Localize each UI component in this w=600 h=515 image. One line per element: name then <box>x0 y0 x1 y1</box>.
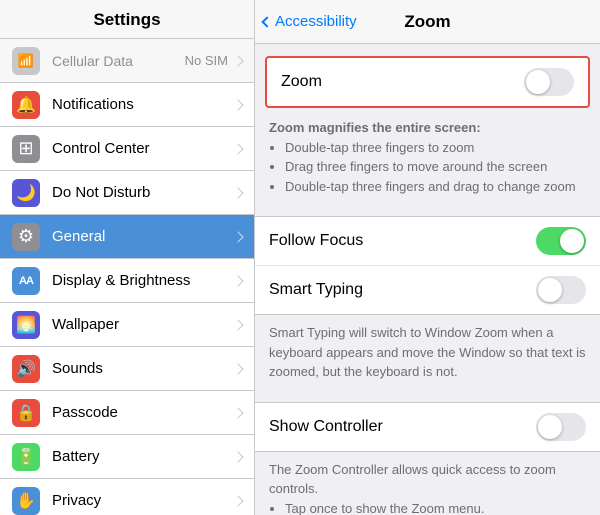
toggle-knob <box>560 229 584 253</box>
sidebar-label-control-center: Control Center <box>52 140 234 157</box>
toggle-knob <box>538 415 562 439</box>
nav-back-button[interactable]: Accessibility <box>263 13 357 30</box>
smart-typing-toggle[interactable] <box>536 276 586 304</box>
chevron-icon <box>232 55 243 66</box>
show-controller-label: Show Controller <box>269 418 536 436</box>
show-controller-description: The Zoom Controller allows quick access … <box>255 452 600 515</box>
sidebar-item-sounds[interactable]: 🔊 Sounds <box>0 347 254 391</box>
back-chevron-icon <box>261 16 272 27</box>
cellular-icon: 📶 <box>12 47 40 75</box>
chevron-icon <box>232 407 243 418</box>
sidebar-item-cellular[interactable]: 📶 Cellular Data No SIM <box>0 39 254 83</box>
show-controller-desc-prefix: The Zoom Controller allows quick access … <box>269 462 556 497</box>
passcode-icon: 🔒 <box>12 399 40 427</box>
sidebar-label-cellular: Cellular Data <box>52 53 185 69</box>
sidebar-item-display-brightness[interactable]: AA Display & Brightness <box>0 259 254 303</box>
chevron-icon <box>232 495 243 506</box>
zoom-desc-title: Zoom magnifies the entire screen: <box>269 120 481 135</box>
show-controller-toggle[interactable] <box>536 413 586 441</box>
sidebar-label-privacy: Privacy <box>52 492 234 509</box>
wallpaper-icon: 🌅 <box>12 311 40 339</box>
zoom-desc-point-1: Double-tap three fingers to zoom <box>285 138 586 158</box>
privacy-icon: ✋ <box>12 487 40 515</box>
sidebar-item-privacy[interactable]: ✋ Privacy <box>0 479 254 515</box>
sidebar-title: Settings <box>0 0 254 39</box>
sidebar-label-sounds: Sounds <box>52 360 234 377</box>
main-panel: Accessibility Zoom Zoom Zoom magnifies t… <box>255 0 600 515</box>
show-controller-desc-point-1: Tap once to show the Zoom menu. <box>285 499 586 515</box>
smart-typing-row[interactable]: Smart Typing <box>255 266 600 314</box>
sidebar-label-do-not-disturb: Do Not Disturb <box>52 184 234 201</box>
smart-typing-description: Smart Typing will switch to Window Zoom … <box>255 315 600 392</box>
section-show-controller: Show Controller <box>255 402 600 452</box>
smart-typing-desc-text: Smart Typing will switch to Window Zoom … <box>269 325 586 379</box>
sidebar-item-do-not-disturb[interactable]: 🌙 Do Not Disturb <box>0 171 254 215</box>
sidebar: Settings 📶 Cellular Data No SIM 🔔 Notifi… <box>0 0 255 515</box>
notifications-icon: 🔔 <box>12 91 40 119</box>
sidebar-item-wallpaper[interactable]: 🌅 Wallpaper <box>0 303 254 347</box>
toggle-knob <box>538 278 562 302</box>
follow-focus-toggle[interactable] <box>536 227 586 255</box>
sidebar-label-notifications: Notifications <box>52 96 234 113</box>
chevron-icon <box>232 187 243 198</box>
zoom-toggle-row[interactable]: Zoom <box>265 56 590 108</box>
zoom-desc-point-2: Drag three fingers to move around the sc… <box>285 157 586 177</box>
sounds-icon: 🔊 <box>12 355 40 383</box>
toggle-knob <box>526 70 550 94</box>
chevron-icon <box>232 143 243 154</box>
control-center-icon: ⊞ <box>12 135 40 163</box>
show-controller-row[interactable]: Show Controller <box>255 403 600 451</box>
section-follow-focus: Follow Focus Smart Typing <box>255 216 600 315</box>
sidebar-item-battery[interactable]: 🔋 Battery <box>0 435 254 479</box>
battery-icon: 🔋 <box>12 443 40 471</box>
zoom-desc-point-3: Double-tap three fingers and drag to cha… <box>285 177 586 197</box>
sidebar-item-general[interactable]: ⚙ General <box>0 215 254 259</box>
nav-bar: Accessibility Zoom <box>255 0 600 44</box>
sidebar-item-passcode[interactable]: 🔒 Passcode <box>0 391 254 435</box>
chevron-icon <box>232 363 243 374</box>
chevron-icon <box>232 231 243 242</box>
display-brightness-icon: AA <box>12 267 40 295</box>
content-area: Zoom Zoom magnifies the entire screen: D… <box>255 44 600 515</box>
chevron-icon <box>232 451 243 462</box>
chevron-icon <box>232 319 243 330</box>
do-not-disturb-icon: 🌙 <box>12 179 40 207</box>
sidebar-label-battery: Battery <box>52 448 234 465</box>
nav-title: Zoom <box>404 12 450 32</box>
sidebar-item-control-center[interactable]: ⊞ Control Center <box>0 127 254 171</box>
zoom-toggle[interactable] <box>524 68 574 96</box>
sidebar-label-display-brightness: Display & Brightness <box>52 272 234 289</box>
general-icon: ⚙ <box>12 223 40 251</box>
zoom-toggle-label: Zoom <box>281 73 524 91</box>
chevron-icon <box>232 275 243 286</box>
follow-focus-label: Follow Focus <box>269 232 536 250</box>
nav-back-label: Accessibility <box>275 13 357 30</box>
sidebar-label-passcode: Passcode <box>52 404 234 421</box>
zoom-description: Zoom magnifies the entire screen: Double… <box>255 108 600 206</box>
follow-focus-row[interactable]: Follow Focus <box>255 217 600 266</box>
sidebar-item-notifications[interactable]: 🔔 Notifications <box>0 83 254 127</box>
sidebar-label-wallpaper: Wallpaper <box>52 316 234 333</box>
no-sim-value: No SIM <box>185 53 228 68</box>
chevron-icon <box>232 99 243 110</box>
sidebar-label-general: General <box>52 228 234 245</box>
smart-typing-label: Smart Typing <box>269 281 536 299</box>
